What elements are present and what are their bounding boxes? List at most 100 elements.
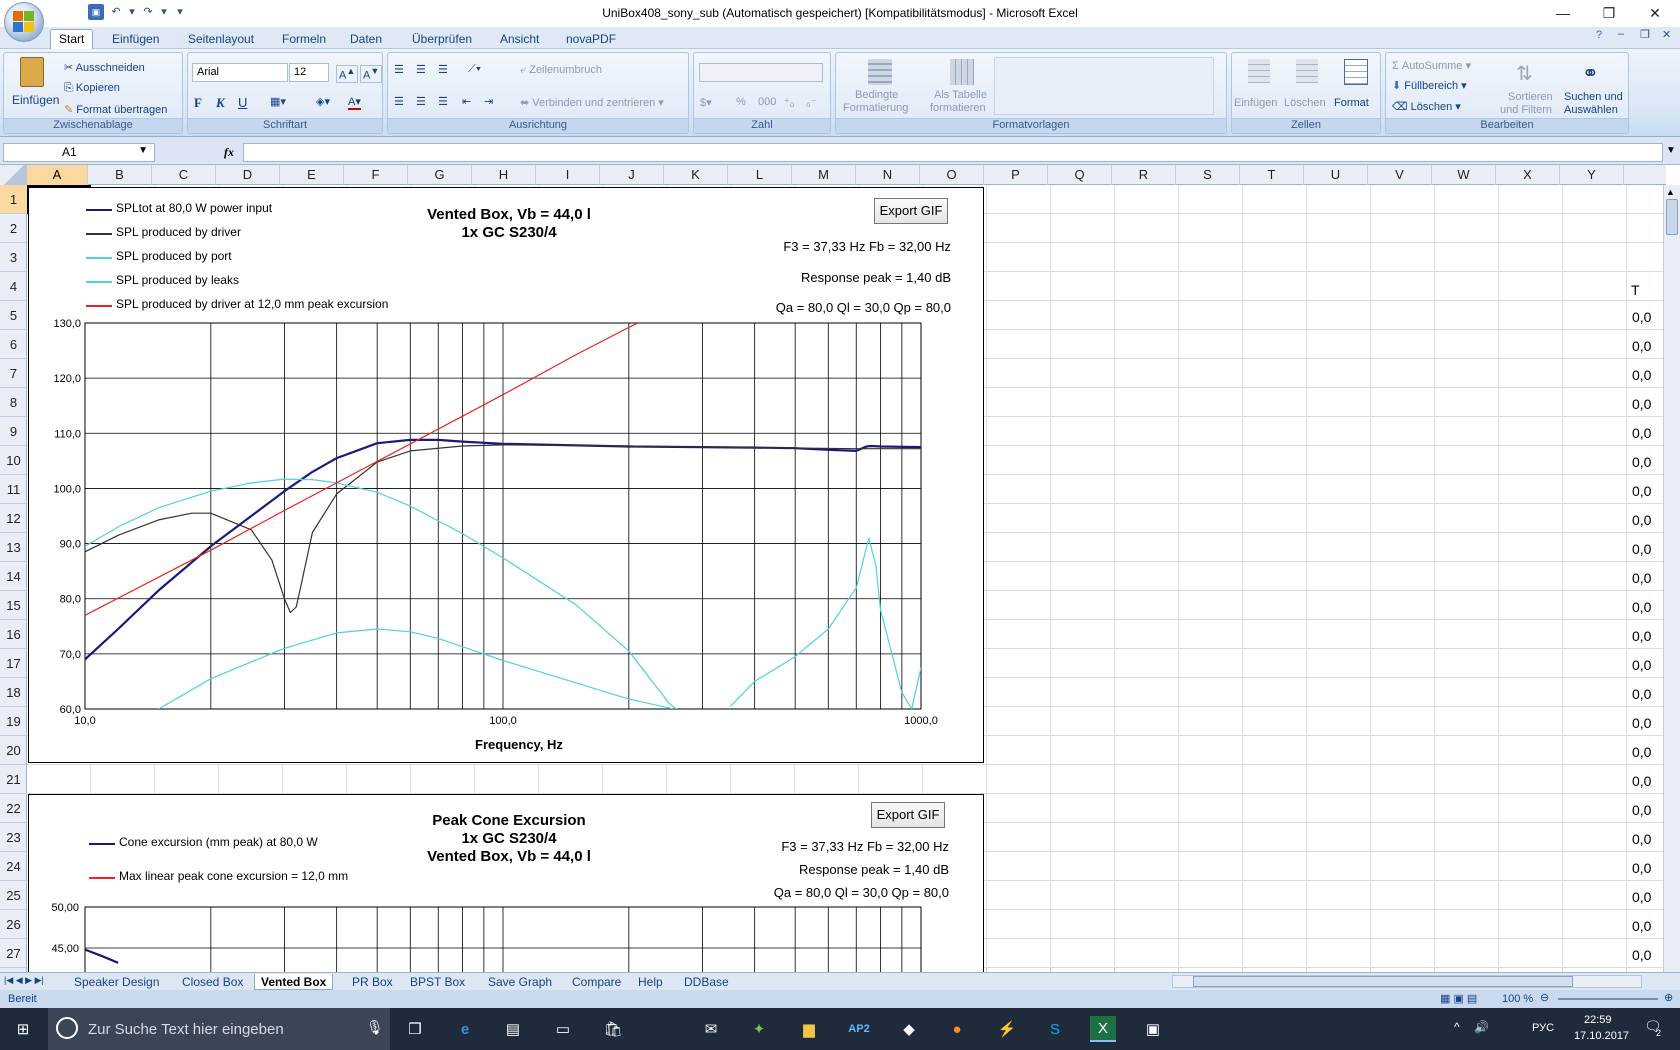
value-cell[interactable]: 0,0: [1632, 773, 1651, 789]
task-view-icon[interactable]: ❒: [402, 1016, 428, 1042]
conditional-formatting-button[interactable]: Bedingte Formatierung: [840, 55, 920, 119]
shrink-font-icon[interactable]: A▼: [360, 65, 383, 83]
clock-date[interactable]: 17.10.2017: [1574, 1030, 1629, 1042]
border-icon[interactable]: ▦▾: [270, 95, 286, 108]
clear-button[interactable]: ⌫ Löschen ▾: [1392, 100, 1461, 113]
row-header-22[interactable]: 22: [0, 794, 27, 823]
tray-chevron-icon[interactable]: ^: [1454, 1020, 1460, 1034]
align-left-icon[interactable]: ☰: [394, 95, 404, 108]
row-header-4[interactable]: 4: [0, 272, 27, 301]
decrease-decimal-icon[interactable]: ₀⁻: [806, 96, 816, 109]
view-normal-icon[interactable]: ▦ ▣ ▤: [1440, 992, 1477, 1005]
row-header-10[interactable]: 10: [0, 446, 27, 475]
row-header-13[interactable]: 13: [0, 533, 27, 562]
value-cell[interactable]: 0,0: [1632, 715, 1651, 731]
row-header-11[interactable]: 11: [0, 475, 27, 504]
align-bottom-icon[interactable]: ☰: [438, 63, 448, 76]
currency-icon[interactable]: $▾: [700, 96, 712, 109]
bold-button[interactable]: F: [194, 95, 202, 111]
column-header-q[interactable]: Q: [1048, 165, 1112, 185]
zoom-out-icon[interactable]: ⊖: [1540, 991, 1549, 1004]
worksheet-grid[interactable]: SPLtot at 80,0 W power input SPL produced…: [27, 185, 1663, 975]
sheet-tab-ddbase[interactable]: DDBase: [678, 974, 735, 990]
h-scroll-thumb[interactable]: [1193, 976, 1573, 987]
zoom-level[interactable]: 100 %: [1502, 993, 1533, 1005]
value-cell[interactable]: 0,0: [1632, 309, 1651, 325]
column-header-x[interactable]: X: [1496, 165, 1560, 185]
column-header-c[interactable]: C: [152, 165, 216, 185]
value-cell[interactable]: 0,0: [1632, 628, 1651, 644]
copy-button[interactable]: ⎘ Kopieren: [64, 82, 120, 95]
sort-filter-button[interactable]: ⇅ Sortieren und Filtern: [1498, 55, 1560, 119]
format-cells-button[interactable]: Format: [1332, 55, 1378, 119]
column-header-h[interactable]: H: [472, 165, 536, 185]
row-header-20[interactable]: 20: [0, 736, 27, 765]
app-icon-1[interactable]: ▤: [500, 1016, 526, 1042]
help-icon[interactable]: ?: [1596, 29, 1602, 41]
row-header-26[interactable]: 26: [0, 910, 27, 939]
sheet-tab-bpst-box[interactable]: BPST Box: [404, 974, 471, 990]
font-color-icon[interactable]: A▾: [348, 95, 361, 110]
expand-formula-icon[interactable]: ▼: [1666, 145, 1676, 156]
insert-cells-button[interactable]: Einfügen: [1234, 55, 1282, 119]
row-header-17[interactable]: 17: [0, 649, 27, 678]
column-header-i[interactable]: I: [536, 165, 600, 185]
column-header-t[interactable]: T: [1240, 165, 1304, 185]
column-header-r[interactable]: R: [1112, 165, 1176, 185]
row-header-9[interactable]: 9: [0, 417, 27, 446]
firefox-icon[interactable]: ●: [944, 1016, 970, 1042]
tab-view[interactable]: Ansicht: [492, 30, 547, 49]
value-cell[interactable]: 0,0: [1632, 483, 1651, 499]
value-cell[interactable]: 0,0: [1632, 599, 1651, 615]
row-header-7[interactable]: 7: [0, 359, 27, 388]
value-cell[interactable]: 0,0: [1632, 367, 1651, 383]
sheet-tab-speaker-design[interactable]: Speaker Design: [68, 974, 165, 990]
excursion-chart[interactable]: Cone excursion (mm peak) at 80,0 W Max li…: [28, 794, 984, 975]
value-cell[interactable]: 0,0: [1632, 512, 1651, 528]
orientation-icon[interactable]: ⟋▾: [468, 63, 481, 76]
row-header-27[interactable]: 27: [0, 939, 27, 968]
align-top-icon[interactable]: ☰: [394, 63, 404, 76]
winamp-icon[interactable]: ⚡: [994, 1016, 1020, 1042]
name-box[interactable]: A1 ▼: [3, 143, 155, 162]
grow-font-icon[interactable]: A▲: [336, 65, 359, 83]
windows-start-icon[interactable]: ⊞: [10, 1016, 36, 1042]
value-cell[interactable]: 0,0: [1632, 889, 1651, 905]
column-header-u[interactable]: U: [1304, 165, 1368, 185]
value-cell[interactable]: 0,0: [1632, 686, 1651, 702]
row-header-25[interactable]: 25: [0, 881, 27, 910]
align-right-icon[interactable]: ☰: [438, 95, 448, 108]
column-header-o[interactable]: O: [920, 165, 984, 185]
align-center-icon[interactable]: ☰: [416, 95, 426, 108]
horizontal-scrollbar[interactable]: [1172, 975, 1642, 988]
app-icon-3[interactable]: ✦: [746, 1016, 772, 1042]
value-cell[interactable]: 0,0: [1632, 947, 1651, 963]
value-cell[interactable]: 0,0: [1632, 657, 1651, 673]
app-icon-2[interactable]: ▭: [550, 1016, 576, 1042]
sheet-tab-save-graph[interactable]: Save Graph: [482, 974, 558, 990]
number-format-select[interactable]: [699, 63, 823, 82]
format-as-table-button[interactable]: Als Tabelle formatieren: [922, 55, 1002, 119]
ribbon-restore-icon[interactable]: ❐: [1640, 28, 1650, 41]
scroll-up-icon[interactable]: ▲: [1666, 187, 1675, 197]
font-size-select[interactable]: 12: [289, 63, 329, 82]
app-icon-4[interactable]: ◆: [896, 1016, 922, 1042]
row-header-14[interactable]: 14: [0, 562, 27, 591]
value-cell[interactable]: 0,0: [1632, 570, 1651, 586]
tab-start[interactable]: Start: [50, 29, 94, 50]
column-header-b[interactable]: B: [88, 165, 152, 185]
fill-button[interactable]: ⬇ Füllbereich ▾: [1392, 79, 1467, 92]
font-name-select[interactable]: Arial: [192, 63, 288, 82]
find-select-button[interactable]: ⚭ Suchen und Auswählen: [1562, 55, 1628, 119]
value-cell[interactable]: 0,0: [1632, 744, 1651, 760]
column-header-g[interactable]: G: [408, 165, 472, 185]
fill-color-icon[interactable]: ◈▾: [316, 95, 330, 108]
row-header-3[interactable]: 3: [0, 243, 27, 272]
minimize-button[interactable]: —: [1540, 0, 1586, 27]
row-header-15[interactable]: 15: [0, 591, 27, 620]
column-header-w[interactable]: W: [1432, 165, 1496, 185]
sheet-tab-vented-box[interactable]: Vented Box: [254, 974, 334, 990]
restore-button[interactable]: ❐: [1586, 0, 1632, 27]
row-header-2[interactable]: 2: [0, 214, 27, 243]
sheet-tab-closed-box[interactable]: Closed Box: [176, 974, 249, 990]
